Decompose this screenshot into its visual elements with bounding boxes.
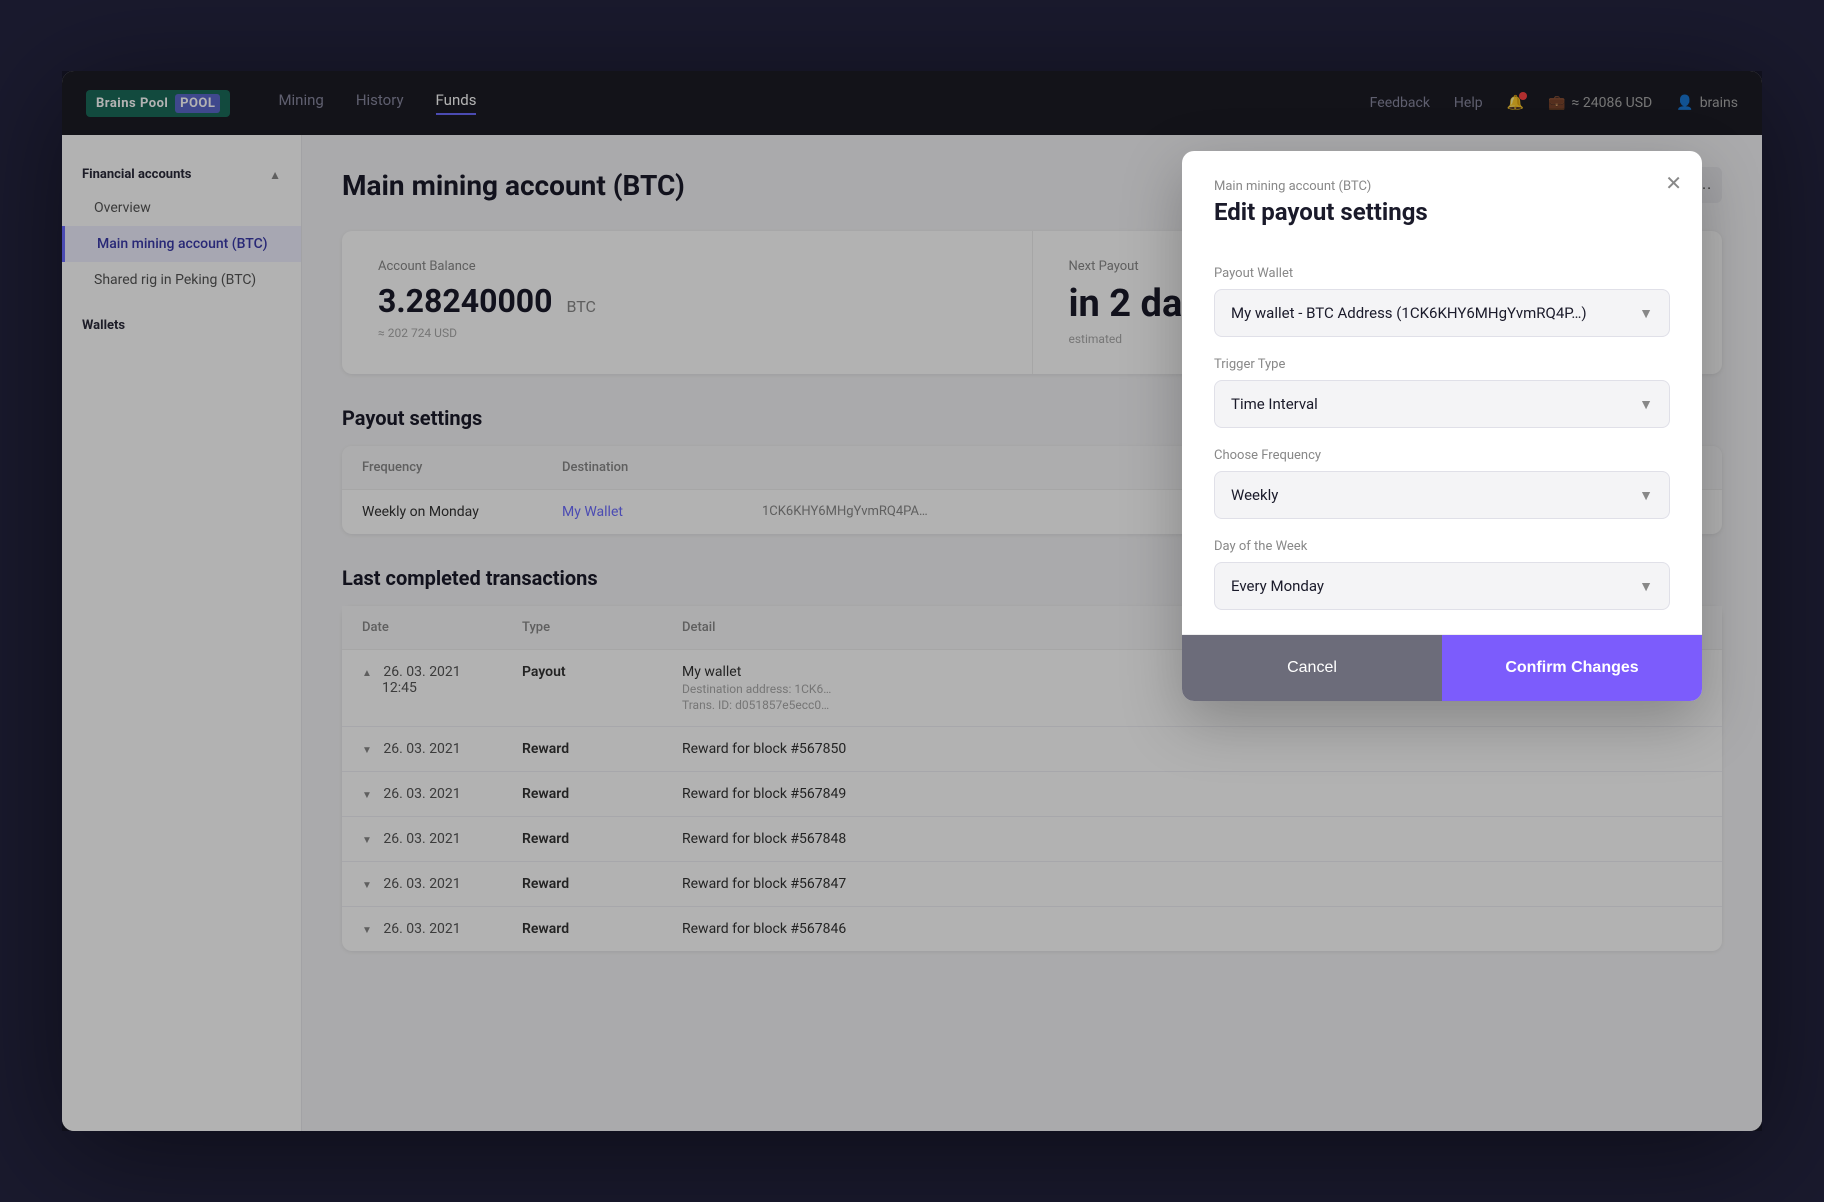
modal-overlay: ✕ Main mining account (BTC) Edit payout …	[62, 71, 1762, 1131]
payout-wallet-select[interactable]: My wallet - BTC Address (1CK6KHY6MHgYvmR…	[1214, 289, 1670, 337]
modal-title: Edit payout settings	[1214, 198, 1670, 226]
chevron-down-icon: ▼	[1639, 396, 1653, 413]
modal-body: Payout Wallet My wallet - BTC Address (1…	[1182, 246, 1702, 634]
chevron-down-icon: ▼	[1639, 305, 1653, 322]
day-of-week-select[interactable]: Every Monday ▼	[1214, 562, 1670, 610]
modal-header: Main mining account (BTC) Edit payout se…	[1182, 151, 1702, 246]
modal-subtitle: Main mining account (BTC)	[1214, 179, 1670, 194]
confirm-changes-button[interactable]: Confirm Changes	[1442, 635, 1702, 701]
edit-payout-modal: ✕ Main mining account (BTC) Edit payout …	[1182, 151, 1702, 701]
chevron-down-icon: ▼	[1639, 578, 1653, 595]
trigger-type-select[interactable]: Time Interval ▼	[1214, 380, 1670, 428]
frequency-select[interactable]: Weekly ▼	[1214, 471, 1670, 519]
trigger-type-label: Trigger Type	[1214, 357, 1670, 372]
payout-wallet-label: Payout Wallet	[1214, 266, 1670, 281]
close-icon[interactable]: ✕	[1665, 171, 1682, 196]
modal-footer: Cancel Confirm Changes	[1182, 634, 1702, 701]
day-of-week-label: Day of the Week	[1214, 539, 1670, 554]
chevron-down-icon: ▼	[1639, 487, 1653, 504]
frequency-label: Choose Frequency	[1214, 448, 1670, 463]
cancel-button[interactable]: Cancel	[1182, 635, 1442, 701]
